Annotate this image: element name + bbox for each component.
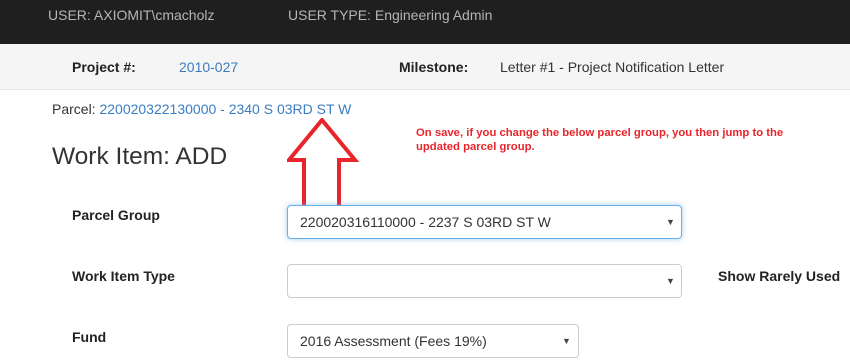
project-number-link[interactable]: 2010-027: [179, 59, 238, 75]
fund-value: 2016 Assessment (Fees 19%): [300, 333, 487, 349]
work-item-type-select[interactable]: ▼: [287, 264, 682, 298]
current-user: USER: AXIOMIT\cmacholz: [48, 7, 215, 23]
parcel-breadcrumb: Parcel: 220020322130000 - 2340 S 03RD ST…: [52, 101, 351, 117]
work-item-type-label: Work Item Type: [72, 268, 175, 284]
fund-select[interactable]: 2016 Assessment (Fees 19%) ▼: [287, 324, 579, 358]
show-rarely-used-toggle[interactable]: Show Rarely Used: [718, 268, 840, 284]
project-label: Project #:: [72, 59, 136, 75]
top-bar: USER: AXIOMIT\cmacholz USER TYPE: Engine…: [0, 0, 850, 44]
user-type: USER TYPE: Engineering Admin: [288, 7, 493, 23]
chevron-down-icon: ▼: [666, 276, 675, 286]
annotation-note: On save, if you change the below parcel …: [416, 126, 836, 154]
annotation-line-2: updated parcel group.: [416, 141, 535, 153]
parcel-group-value: 220020316110000 - 2237 S 03RD ST W: [300, 214, 551, 230]
page-title: Work Item: ADD: [52, 143, 228, 170]
parcel-link[interactable]: 220020322130000 - 2340 S 03RD ST W: [99, 101, 351, 117]
parcel-group-label: Parcel Group: [72, 207, 160, 223]
chevron-down-icon: ▼: [666, 217, 675, 227]
parcel-label: Parcel:: [52, 101, 96, 117]
chevron-down-icon: ▼: [562, 336, 571, 346]
up-arrow-icon: [287, 118, 360, 212]
annotation-line-1: On save, if you change the below parcel …: [416, 127, 784, 139]
parcel-group-select[interactable]: 220020316110000 - 2237 S 03RD ST W ▼: [287, 205, 682, 239]
milestone-label: Milestone:: [399, 59, 469, 75]
milestone-value: Letter #1 - Project Notification Letter: [500, 59, 725, 75]
project-info-bar: Project #: 2010-027 Milestone: Letter #1…: [0, 44, 850, 90]
fund-label: Fund: [72, 329, 107, 345]
